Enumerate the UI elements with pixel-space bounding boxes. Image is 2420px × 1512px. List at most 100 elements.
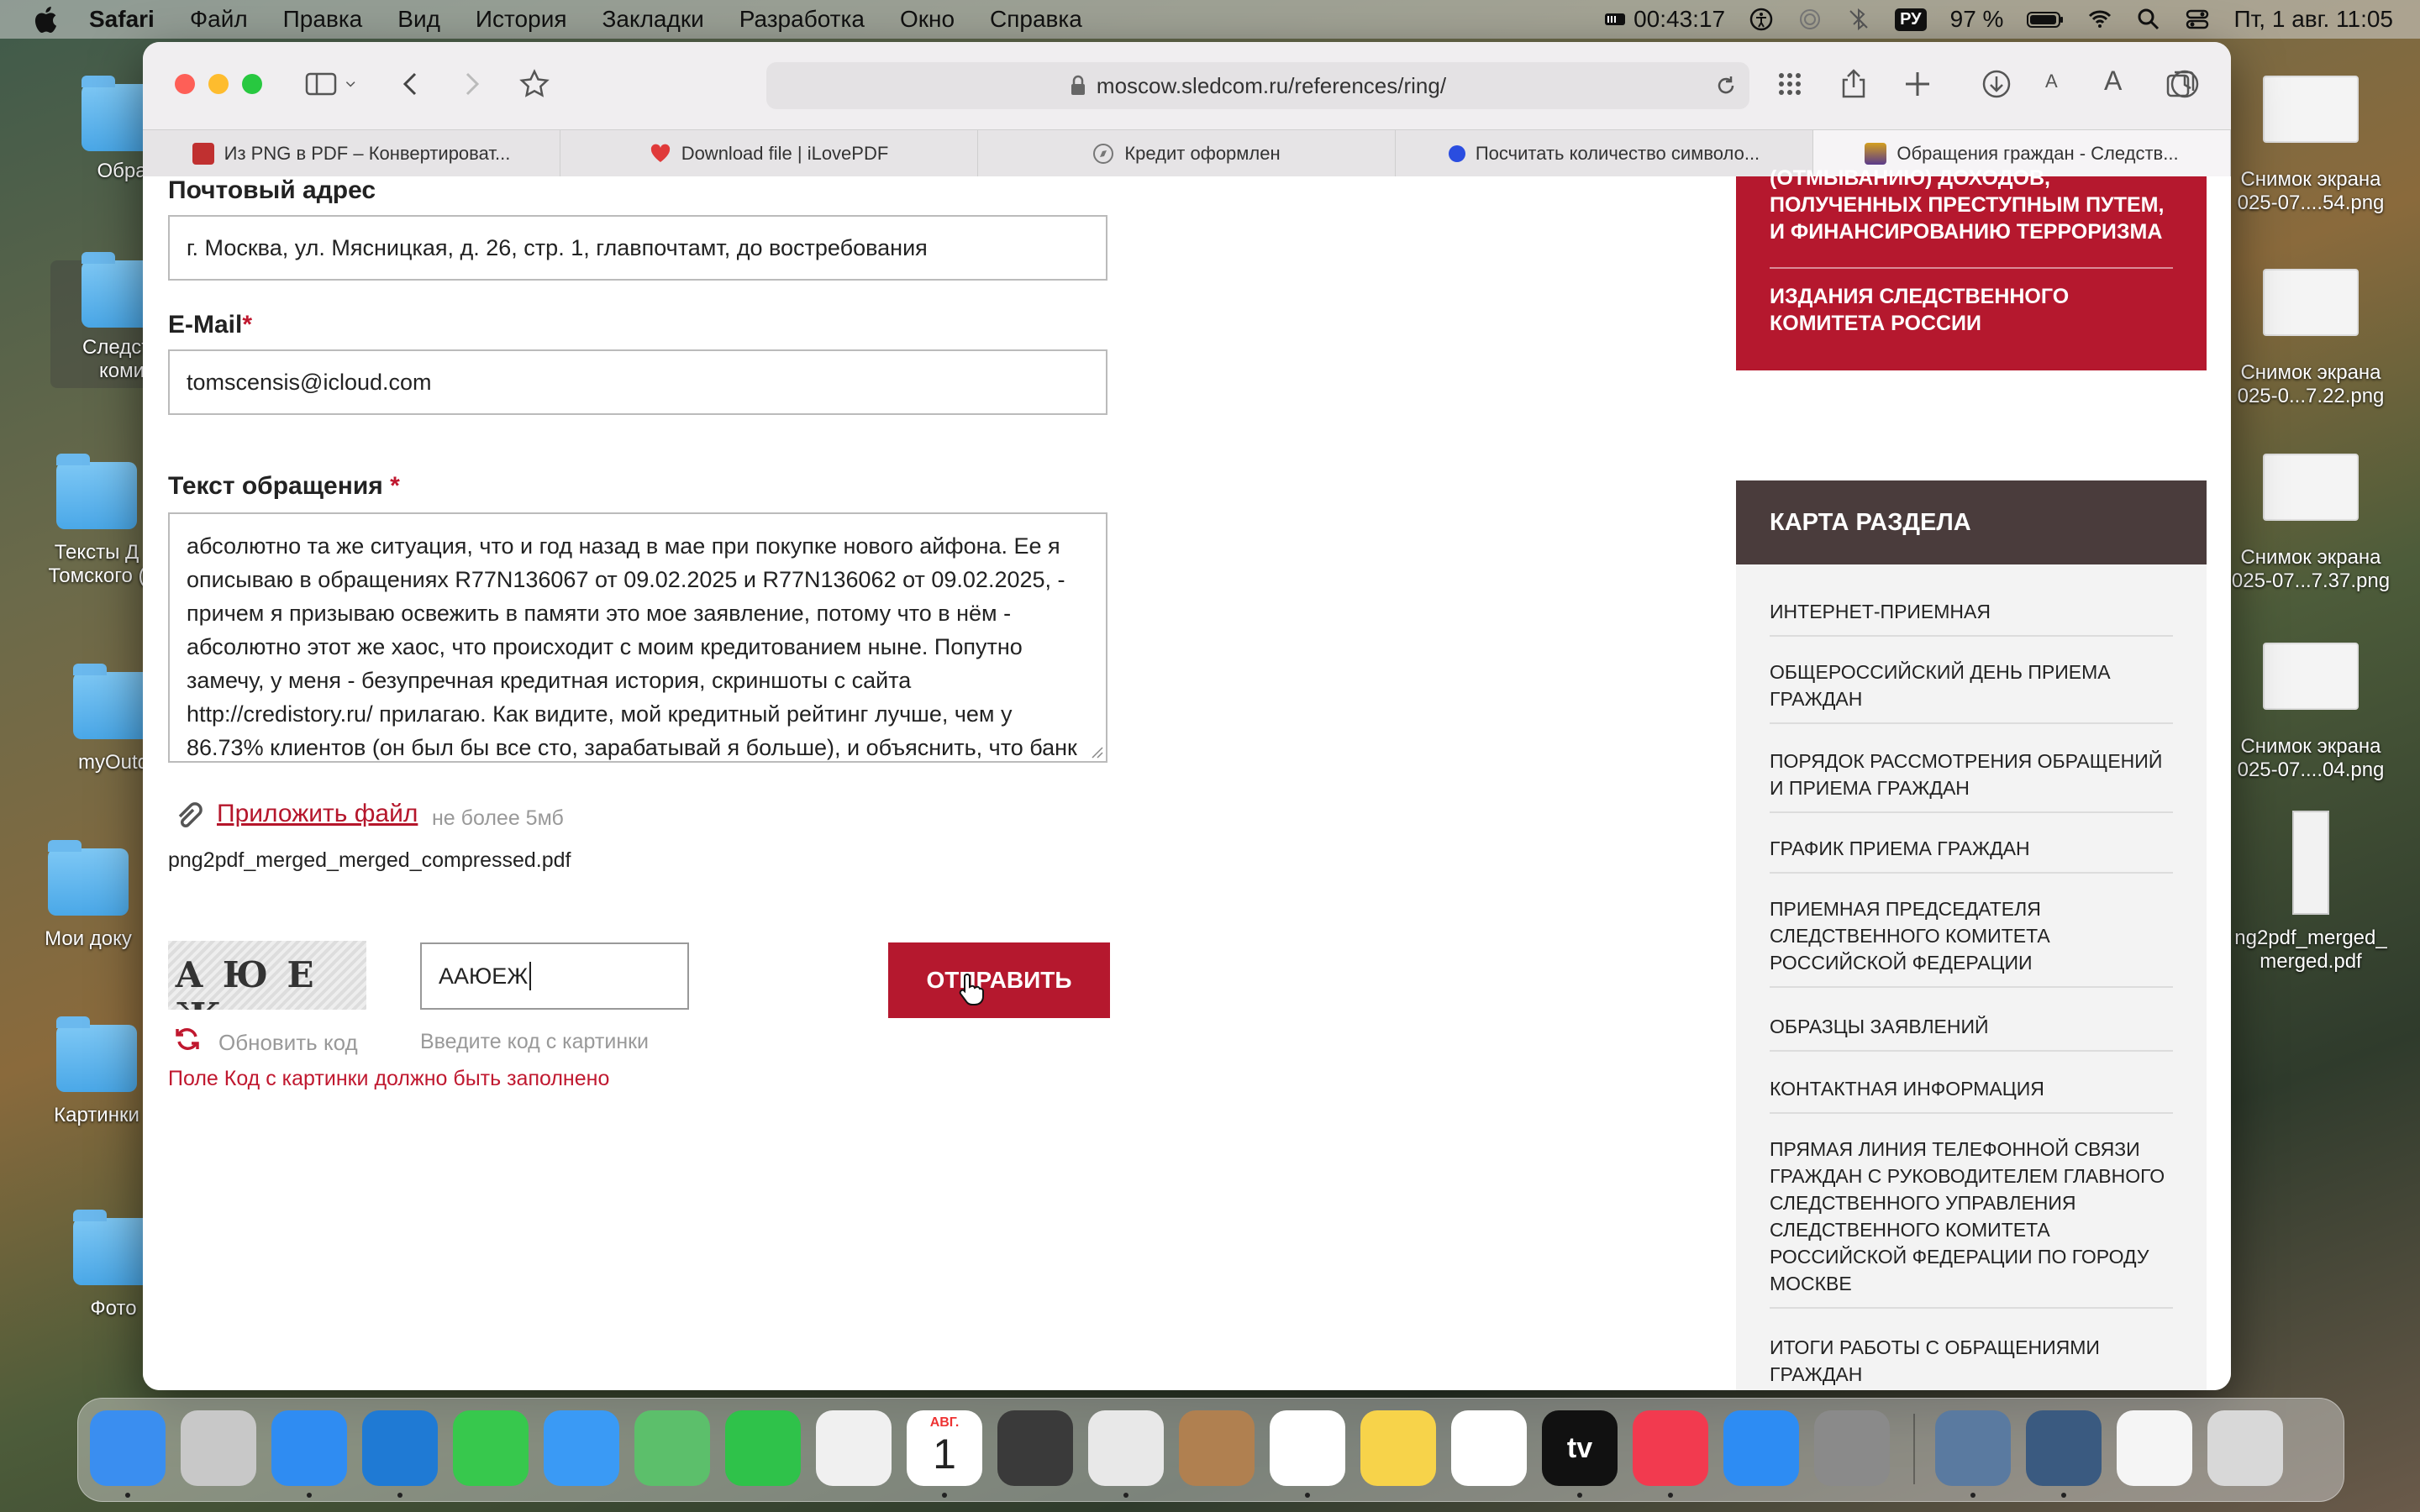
appletv-icon[interactable]: tv bbox=[1542, 1410, 1618, 1486]
section-map-item[interactable]: ПРЯМАЯ ЛИНИЯ ТЕЛЕФОННОЙ СВЯЗИ ГРАЖДАН С … bbox=[1770, 1136, 2173, 1309]
trash-icon[interactable] bbox=[2207, 1410, 2283, 1486]
menu-develop[interactable]: Разработка bbox=[739, 6, 865, 33]
desktop-file-label: Снимок экрана 025-0...7.22.png bbox=[2237, 361, 2385, 407]
mail-icon[interactable] bbox=[544, 1410, 619, 1486]
desktop-folder[interactable]: Мои доку bbox=[17, 840, 160, 951]
messages-icon[interactable] bbox=[453, 1410, 529, 1486]
apps-grid-icon[interactable] bbox=[1773, 67, 1807, 101]
menu-edit[interactable]: Правка bbox=[283, 6, 363, 33]
share-icon[interactable] bbox=[1837, 67, 1870, 101]
photos-icon[interactable] bbox=[816, 1410, 892, 1486]
menu-history[interactable]: История bbox=[476, 6, 567, 33]
section-map-item[interactable]: ОБРАЗЦЫ ЗАЯВЛЕНИЙ bbox=[1770, 1013, 2173, 1052]
contacts-icon[interactable] bbox=[1179, 1410, 1255, 1486]
refresh-code-link[interactable]: Обновить код bbox=[218, 1030, 358, 1056]
vscode-icon[interactable] bbox=[362, 1410, 438, 1486]
menu-app-name[interactable]: Safari bbox=[89, 6, 155, 33]
text-larger-button[interactable]: A bbox=[2104, 66, 2122, 97]
address-bar[interactable]: moscow.sledcom.ru/references/ring/ bbox=[766, 62, 1749, 109]
minimize-window-button[interactable] bbox=[208, 74, 229, 94]
desktop-file[interactable]: ng2pdf_merged_ merged.pdf bbox=[2218, 811, 2403, 974]
refresh-icon[interactable] bbox=[173, 1025, 202, 1053]
folder-icon bbox=[56, 454, 137, 529]
safari-icon[interactable] bbox=[271, 1410, 347, 1486]
timer-widget[interactable]: 00:43:17 bbox=[1603, 6, 1725, 33]
resize-handle-icon[interactable] bbox=[1089, 744, 1104, 759]
menu-window[interactable]: Окно bbox=[900, 6, 955, 33]
textedit-icon[interactable] bbox=[2117, 1410, 2192, 1486]
menu-file[interactable]: Файл bbox=[190, 6, 248, 33]
bluetooth-off-icon[interactable] bbox=[1846, 7, 1871, 32]
finder-icon[interactable] bbox=[90, 1410, 166, 1486]
quicktime-icon[interactable] bbox=[2026, 1410, 2102, 1486]
accessibility-icon[interactable] bbox=[1749, 7, 1774, 32]
menu-view[interactable]: Вид bbox=[397, 6, 440, 33]
tab-label: Из PNG в PDF – Конвертироват... bbox=[224, 143, 511, 164]
apple-icon[interactable] bbox=[32, 4, 59, 34]
downloads-icon[interactable] bbox=[1980, 67, 2013, 101]
tab-overview-icon[interactable] bbox=[2165, 67, 2198, 101]
clock[interactable]: Пт, 1 авг. 11:05 bbox=[2233, 6, 2393, 33]
section-map-item[interactable]: ИТОГИ РАБОТЫ С ОБРАЩЕНИЯМИ ГРАЖДАН bbox=[1770, 1334, 2173, 1390]
section-map-item[interactable]: ПРИЕМНАЯ ПРЕДСЕДАТЕЛЯ СЛЕДСТВЕННОГО КОМИ… bbox=[1770, 895, 2173, 988]
captcha-input[interactable]: ААЮЕЖ bbox=[420, 942, 689, 1010]
section-map-item[interactable]: ПОРЯДОК РАССМОТРЕНИЯ ОБРАЩЕНИЙ И ПРИЕМА … bbox=[1770, 748, 2173, 813]
battery-icon[interactable] bbox=[2027, 7, 2064, 32]
submit-button[interactable]: ОТПРАВИТЬ bbox=[888, 942, 1110, 1018]
wifi-icon[interactable] bbox=[2087, 7, 2112, 32]
section-map-item[interactable]: ОБЩЕРОССИЙСКИЙ ДЕНЬ ПРИЕМА ГРАЖДАН bbox=[1770, 659, 2173, 724]
zoom-window-button[interactable] bbox=[242, 74, 262, 94]
message-textarea[interactable]: абсолютно та же ситуация, что и год наза… bbox=[168, 512, 1107, 763]
textarea-line: абсолютно та же ситуация, что и год наза… bbox=[187, 533, 1060, 559]
section-map-item[interactable]: КОНТАКТНАЯ ИНФОРМАЦИЯ bbox=[1770, 1075, 2173, 1114]
settings-icon[interactable] bbox=[1814, 1410, 1890, 1486]
back-icon[interactable] bbox=[395, 67, 429, 101]
desktop-file[interactable]: Снимок экрана 025-0...7.22.png bbox=[2218, 269, 2403, 408]
maps-icon[interactable] bbox=[634, 1410, 710, 1486]
close-window-button[interactable] bbox=[175, 74, 195, 94]
forward-icon[interactable] bbox=[454, 67, 487, 101]
sidebar-toggle-icon[interactable] bbox=[304, 67, 338, 101]
bookmark-star-icon[interactable] bbox=[518, 67, 551, 101]
section-map-item[interactable]: ИНТЕРНЕТ-ПРИЕМНАЯ bbox=[1770, 598, 2173, 637]
tab-png-pdf[interactable]: Из PNG в PDF – Конвертироват... bbox=[143, 130, 560, 177]
desktop-file[interactable]: Снимок экрана 025-07...7.37.png bbox=[2218, 454, 2403, 593]
launchpad-icon[interactable] bbox=[181, 1410, 256, 1486]
chevron-down-icon[interactable] bbox=[345, 67, 365, 101]
new-tab-icon[interactable] bbox=[1901, 67, 1934, 101]
menu-bookmarks[interactable]: Закладки bbox=[602, 6, 704, 33]
menu-help[interactable]: Справка bbox=[990, 6, 1082, 33]
tab-ilovepdf[interactable]: Download file | iLovePDF bbox=[560, 130, 978, 177]
section-map-header: КАРТА РАЗДЕЛА bbox=[1736, 480, 2207, 564]
section-map-item[interactable]: ГРАФИК ПРИЕМА ГРАЖДАН bbox=[1770, 835, 2173, 874]
calendar-icon[interactable]: АВГ. 1 bbox=[907, 1410, 982, 1486]
postal-address-input[interactable]: г. Москва, ул. Мясницкая, д. 26, стр. 1,… bbox=[168, 215, 1107, 281]
control-center-icon[interactable] bbox=[2185, 7, 2210, 32]
appstore-icon[interactable] bbox=[1723, 1410, 1799, 1486]
desktop-file[interactable]: Снимок экрана 025-07....54.png bbox=[2218, 76, 2403, 215]
notes-icon[interactable] bbox=[1360, 1410, 1436, 1486]
freeform-icon[interactable] bbox=[1451, 1410, 1527, 1486]
text-smaller-button[interactable]: A bbox=[2045, 71, 2058, 92]
dock-separator bbox=[1913, 1414, 1915, 1484]
email-field[interactable]: tomscensis@icloud.com bbox=[168, 349, 1107, 415]
attach-file-link[interactable]: Приложить файл bbox=[217, 800, 418, 828]
facetime-icon[interactable] bbox=[725, 1410, 801, 1486]
input-source-badge[interactable]: РУ bbox=[1895, 8, 1927, 31]
tab-overview-icon[interactable] bbox=[2223, 67, 2231, 101]
sidebar-link-aml[interactable]: (ОТМЫВАНИЮ) ДОХОДОВ, ПОЛУЧЕННЫХ ПРЕСТУПН… bbox=[1770, 165, 2181, 245]
tab-symbol-count[interactable]: Посчитать количество символо... bbox=[1396, 130, 1813, 177]
sidebar-link-publications[interactable]: ИЗДАНИЯ СЛЕДСТВЕННОГО КОМИТЕТА РОССИИ bbox=[1770, 283, 2173, 337]
search-icon[interactable] bbox=[2136, 7, 2161, 32]
preview-icon[interactable] bbox=[1935, 1410, 2011, 1486]
music-icon[interactable] bbox=[1633, 1410, 1708, 1486]
tab-credit[interactable]: Кредит оформлен bbox=[978, 130, 1396, 177]
chrome-icon[interactable] bbox=[1088, 1410, 1164, 1486]
airplay-icon[interactable] bbox=[1797, 7, 1823, 32]
battery-percent: 97 % bbox=[1949, 6, 2004, 32]
reminders-icon[interactable] bbox=[1270, 1410, 1345, 1486]
desktop-file[interactable]: Снимок экрана 025-07....04.png bbox=[2218, 643, 2403, 782]
reload-icon[interactable] bbox=[1714, 74, 1738, 97]
postal-label: Почтовый адрес bbox=[168, 176, 376, 204]
calculator-icon[interactable] bbox=[997, 1410, 1073, 1486]
